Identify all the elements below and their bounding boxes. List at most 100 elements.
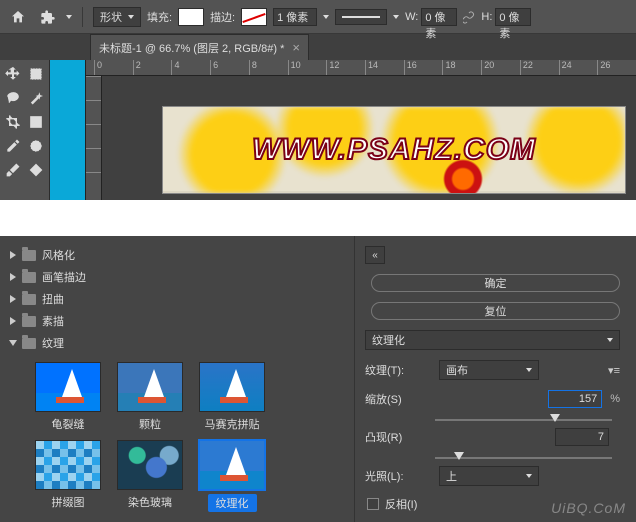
triangle-right-icon [10, 295, 16, 303]
brush-tool[interactable] [2, 158, 25, 182]
thumb-label: 马赛克拼贴 [205, 416, 260, 432]
chevron-down-icon[interactable] [393, 15, 399, 19]
width-label: W: [405, 11, 418, 23]
chevron-down-icon [526, 474, 532, 478]
category-label: 纹理 [42, 335, 64, 351]
category-label: 素描 [42, 313, 64, 329]
ruler-tick: 12 [326, 60, 365, 76]
height-input[interactable]: 0 像素 [495, 8, 531, 26]
document-viewport[interactable]: WWW.PSAHZ.COM [102, 76, 636, 200]
ruler-tick: 8 [249, 60, 288, 76]
eyedropper-tool[interactable] [2, 134, 25, 158]
relief-input[interactable]: 7 [555, 428, 609, 446]
triangle-right-icon [10, 251, 16, 259]
ruler-tick: 2 [133, 60, 172, 76]
chevron-down-icon [526, 368, 532, 372]
canvas-preview: WWW.PSAHZ.COM [162, 106, 626, 194]
folder-icon [22, 250, 36, 261]
texture-select[interactable]: 画布 [439, 360, 539, 380]
filter-thumb-stained-glass[interactable]: 染色玻璃 [114, 440, 186, 512]
scale-slider[interactable] [435, 414, 620, 418]
triangle-right-icon [10, 317, 16, 325]
separator [82, 7, 83, 27]
collapse-button[interactable]: « [365, 246, 385, 264]
document-tab-title: 未标题-1 @ 66.7% (图层 2, RGB/8#) * [99, 40, 284, 56]
light-value: 上 [446, 468, 457, 484]
ruler-tick: 22 [520, 60, 559, 76]
width-input[interactable]: 0 像素 [421, 8, 457, 26]
filter-thumb-patchwork[interactable]: 拼缀图 [32, 440, 104, 512]
stroke-swatch[interactable] [241, 8, 267, 26]
category-label: 风格化 [42, 247, 75, 263]
healing-tool[interactable] [25, 158, 48, 182]
thumb-label: 龟裂缝 [52, 416, 85, 432]
home-icon[interactable] [6, 5, 30, 29]
thumb-label: 纹理化 [208, 494, 257, 512]
texture-value: 画布 [446, 362, 468, 378]
chevron-down-icon[interactable] [323, 15, 329, 19]
filter-thumb-grain[interactable]: 颗粒 [114, 362, 186, 432]
category-texture[interactable]: 纹理 [10, 332, 344, 354]
category-stylize[interactable]: 风格化 [10, 244, 344, 266]
site-watermark: UiBQ.CoM [551, 500, 626, 516]
wand-tool[interactable] [25, 86, 48, 110]
chevron-down-icon [607, 338, 613, 342]
shape-mode-select[interactable]: 形状 [93, 7, 141, 27]
options-bar: 形状 填充: 描边: 1 像素 W: 0 像素 H: 0 像素 [0, 0, 636, 34]
stroke-width-input[interactable]: 1 像素 [273, 8, 317, 26]
crop-tool[interactable] [2, 110, 25, 134]
thumb-label: 染色玻璃 [128, 494, 172, 510]
ok-button[interactable]: 确定 [371, 274, 620, 292]
ruler-tick: 10 [288, 60, 327, 76]
stroke-label: 描边: [210, 9, 235, 25]
close-icon[interactable]: × [292, 40, 300, 55]
load-texture-icon[interactable]: ▾≡ [608, 364, 620, 377]
dock-edge [50, 60, 86, 200]
chevron-down-icon [128, 15, 134, 19]
document-tab[interactable]: 未标题-1 @ 66.7% (图层 2, RGB/8#) * × [90, 34, 309, 60]
move-tool[interactable] [2, 62, 25, 86]
category-sketch[interactable]: 素描 [10, 310, 344, 332]
scale-input[interactable]: 157 [548, 390, 602, 408]
ruler-tick: 24 [559, 60, 598, 76]
toolbox [0, 60, 50, 200]
folder-icon [22, 272, 36, 283]
folder-icon [22, 316, 36, 327]
invert-checkbox[interactable] [367, 498, 379, 510]
filter-category-tree[interactable]: 风格化 画笔描边 扭曲 素描 纹理 龟裂缝 颗粒 马赛克拼贴 拼缀图 [0, 236, 354, 522]
canvas-area: 02468101214161820222426 WWW.PSAHZ.COM [50, 60, 636, 200]
filter-thumb-craquelure[interactable]: 龟裂缝 [32, 362, 104, 432]
marquee-ellipse-tool[interactable] [25, 134, 48, 158]
ruler-vertical[interactable] [86, 76, 102, 200]
folder-icon [22, 338, 36, 349]
current-filter-select[interactable]: 纹理化 [365, 330, 620, 350]
plugins-icon[interactable] [36, 5, 60, 29]
ruler-tick: 16 [404, 60, 443, 76]
ruler-tick: 0 [94, 60, 133, 76]
frame-tool[interactable] [25, 110, 48, 134]
category-distort[interactable]: 扭曲 [10, 288, 344, 310]
ruler-tick: 14 [365, 60, 404, 76]
stroke-style-select[interactable] [335, 9, 387, 25]
reset-button[interactable]: 复位 [371, 302, 620, 320]
document-tab-bar: 未标题-1 @ 66.7% (图层 2, RGB/8#) * × [0, 34, 636, 60]
filter-options-pane: « 确定 复位 纹理化 纹理(T): 画布 ▾≡ 缩放(S) 157 % [354, 236, 636, 522]
invert-label: 反相(I) [385, 496, 417, 512]
filter-gallery-panel: 风格化 画笔描边 扭曲 素描 纹理 龟裂缝 颗粒 马赛克拼贴 拼缀图 [0, 236, 636, 522]
light-select[interactable]: 上 [439, 466, 539, 486]
current-filter-label: 纹理化 [372, 332, 405, 348]
filter-thumb-mosaic[interactable]: 马赛克拼贴 [196, 362, 268, 432]
link-icon[interactable] [463, 10, 475, 24]
lasso-tool[interactable] [2, 86, 25, 110]
chevron-down-icon[interactable] [66, 15, 72, 19]
category-brush[interactable]: 画笔描边 [10, 266, 344, 288]
ruler-horizontal[interactable]: 02468101214161820222426 [86, 60, 636, 76]
ruler-tick: 4 [171, 60, 210, 76]
relief-slider[interactable] [435, 452, 620, 456]
filter-thumb-texturizer[interactable]: 纹理化 [196, 440, 268, 512]
ruler-tick: 6 [210, 60, 249, 76]
marquee-tool[interactable] [25, 62, 48, 86]
fill-swatch[interactable] [178, 8, 204, 26]
scale-label: 缩放(S) [365, 391, 431, 407]
thumb-label: 拼缀图 [52, 494, 85, 510]
